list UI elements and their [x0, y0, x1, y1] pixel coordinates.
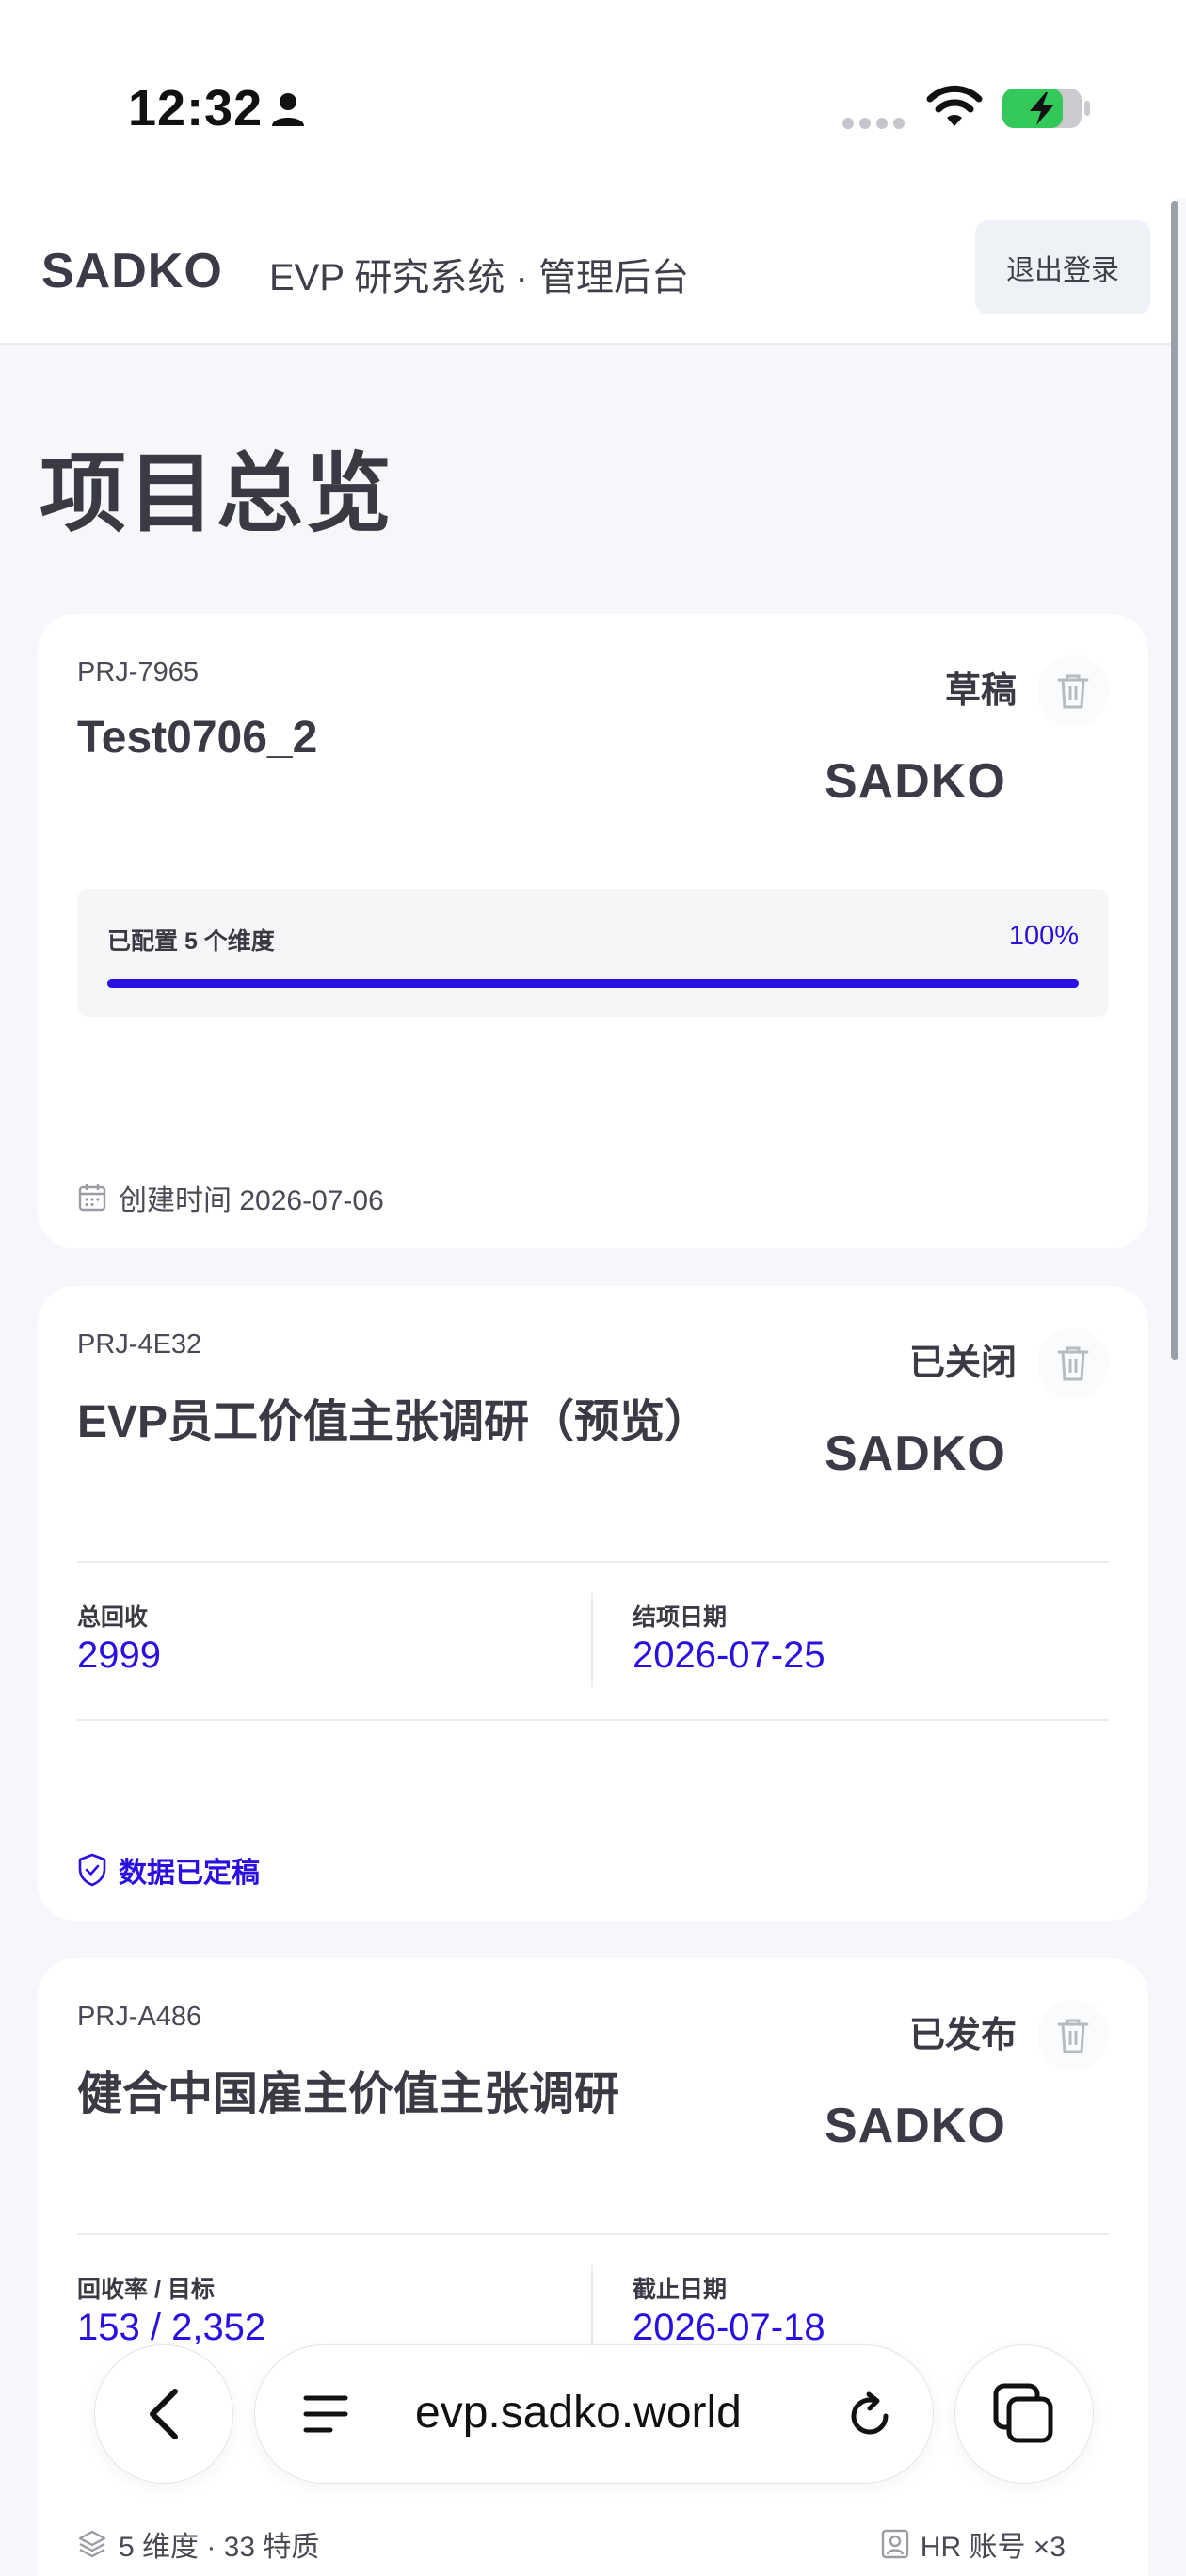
status-badge: 草稿	[944, 671, 1017, 711]
delete-button[interactable]	[1037, 655, 1109, 727]
trash-icon	[1057, 1346, 1089, 1381]
divider	[591, 1593, 593, 1687]
shield-check-icon	[78, 1853, 106, 1887]
delete-button[interactable]	[1037, 1328, 1109, 1399]
progress-value: 100%	[1008, 921, 1079, 951]
created-date: 创建时间 2026-07-06	[77, 1177, 384, 1218]
chevron-left-icon	[150, 2389, 178, 2439]
trash-icon	[1057, 674, 1089, 709]
url-text[interactable]: evp.sadko.world	[415, 2387, 742, 2439]
project-card[interactable]: PRJ-4E32 EVP员工价值主张调研（预览） 已关闭 SADKO 总回收 2…	[38, 1286, 1148, 1921]
project-card[interactable]: PRJ-7965 Test0706_2 草稿 SADKO 已配置 5 个维度 1…	[38, 614, 1148, 1248]
stat-label: 总回收	[77, 1604, 149, 1631]
status-time: 12:32	[128, 80, 264, 137]
progress-track	[107, 979, 1079, 988]
signal-dots-icon	[842, 118, 905, 129]
calendar-icon	[78, 1184, 106, 1212]
project-name: 健合中国雇主价值主张调研	[77, 2069, 620, 2119]
trash-icon	[1057, 2019, 1089, 2053]
address-bar[interactable]: evp.sadko.world	[254, 2344, 934, 2484]
page-menu-icon[interactable]	[302, 2392, 349, 2436]
status-badge: 已发布	[908, 2016, 1017, 2055]
created-date-text: 创建时间 2026-07-06	[119, 1185, 384, 1216]
tabs-button[interactable]	[954, 2344, 1094, 2484]
config-progress: 已配置 5 个维度 100%	[77, 889, 1109, 1017]
hr-accounts-info: HR 账号 ×3	[881, 2523, 1066, 2565]
status-bar: 12:32	[0, 0, 1186, 198]
finalized-text: 数据已定稿	[119, 1858, 260, 1889]
tabs-icon	[993, 2383, 1053, 2443]
project-id: PRJ-A486	[77, 2002, 202, 2032]
browser-back-button[interactable]	[94, 2344, 233, 2484]
page-title: 项目总览	[40, 446, 394, 542]
status-badge: 已关闭	[908, 1344, 1017, 1383]
reload-icon[interactable]	[844, 2391, 895, 2441]
stat-value: 2999	[77, 1634, 161, 1676]
scrollbar[interactable]	[1171, 201, 1178, 1360]
dimensions-info: 5 维度 · 33 特质	[77, 2523, 319, 2565]
project-name: EVP员工价值主张调研（预览）	[77, 1397, 711, 1447]
stat-value: 153 / 2,352	[77, 2307, 266, 2348]
finalized-badge: 数据已定稿	[77, 1849, 260, 1891]
user-badge-icon	[881, 2529, 908, 2559]
divider	[77, 2233, 1109, 2235]
dimensions-text: 5 维度 · 33 特质	[119, 2532, 320, 2563]
client-logo: SADKO	[825, 1426, 1006, 1481]
divider	[77, 1561, 1109, 1563]
hr-accounts-text: HR 账号 ×3	[920, 2532, 1066, 2563]
app-header: SADKO EVP 研究系统 · 管理后台 退出登录	[0, 198, 1175, 345]
battery-charging-icon	[1002, 89, 1090, 128]
client-logo: SADKO	[825, 2099, 1006, 2153]
project-id: PRJ-4E32	[77, 1329, 202, 1360]
project-id: PRJ-7965	[77, 657, 199, 687]
layers-icon	[78, 2530, 106, 2558]
delete-button[interactable]	[1037, 2000, 1109, 2071]
stat-label: 回收率 / 目标	[77, 2277, 215, 2303]
client-logo: SADKO	[825, 754, 1006, 809]
project-name: Test0706_2	[77, 713, 318, 763]
stat-label: 结项日期	[633, 1604, 728, 1631]
header-logo: SADKO	[41, 244, 223, 298]
header-title: EVP 研究系统 · 管理后台	[269, 257, 689, 298]
progress-fill	[107, 979, 1079, 988]
stat-value: 2026-07-18	[633, 2307, 825, 2348]
logout-button[interactable]: 退出登录	[975, 220, 1150, 314]
stat-label: 截止日期	[633, 2277, 728, 2303]
divider	[77, 1719, 1109, 1721]
progress-label: 已配置 5 个维度	[107, 928, 275, 955]
wifi-icon	[926, 85, 983, 126]
stat-value: 2026-07-25	[633, 1634, 825, 1676]
person-icon	[272, 93, 304, 126]
